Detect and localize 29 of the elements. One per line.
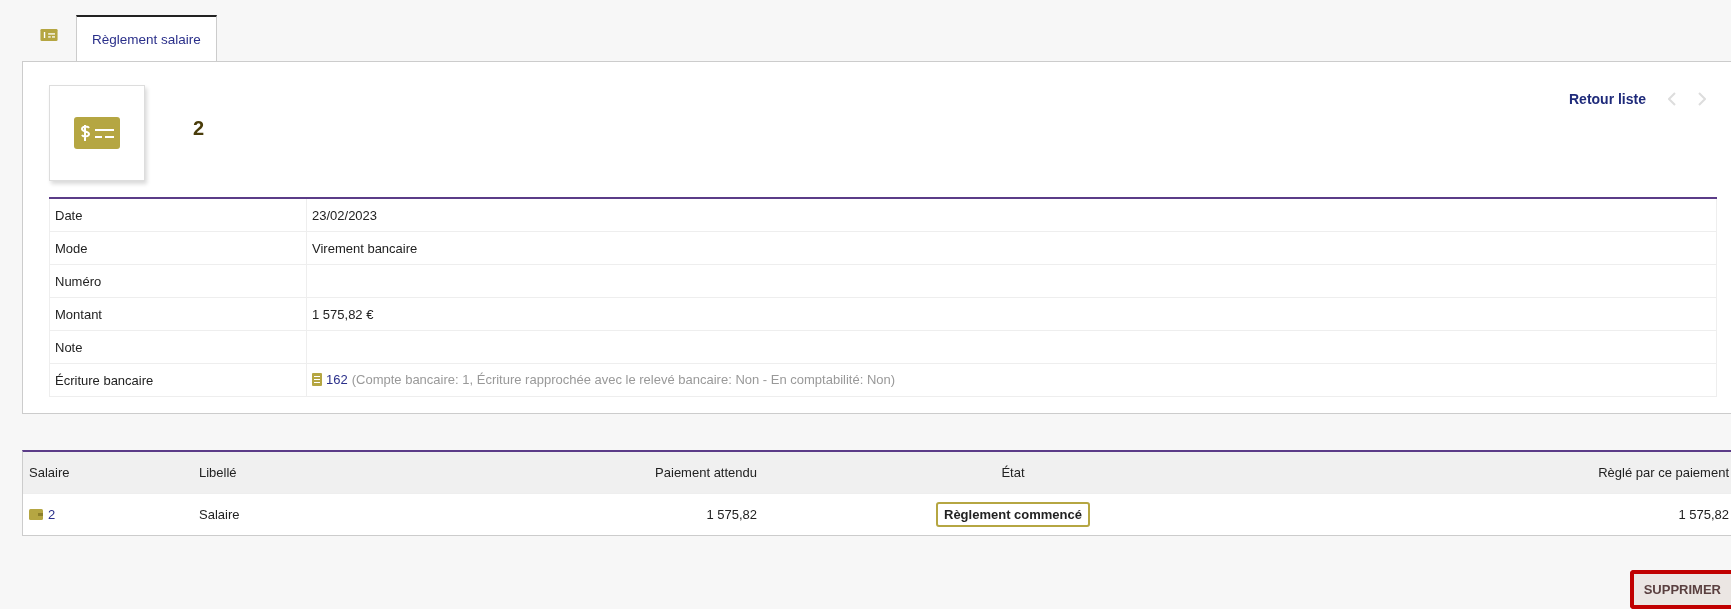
payment-card-icon [74,117,120,149]
record-ref: 2 [193,117,205,140]
document-icon [312,372,322,386]
field-label: Note [55,339,83,355]
status-badge: Règlement commencé [936,502,1090,527]
field-value: Virement bancaire [312,240,418,256]
table-cell: Salaire [199,507,240,522]
field-value: 23/02/2023 [312,207,378,223]
field-label: Date [55,207,83,223]
back-to-list-link[interactable]: Retour liste [1569,91,1646,107]
field-label: Mode [55,240,88,256]
field-value: 1 575,82 € [312,306,374,322]
wallet-icon [29,509,43,520]
bank-entry-link[interactable]: 162 [326,371,348,387]
column-header: Règlé par ce paiement [1598,465,1729,480]
tab[interactable]: Règlement salaire [76,15,217,61]
payment-card-icon [40,29,58,41]
bank-entry-detail: (Compte bancaire: 1, Écriture rapprochée avec le relevé bancaire: Non - En comptabilité: Non) [351,371,896,387]
field-label: Numéro [55,273,102,289]
column-header: État [1001,465,1025,480]
table-cell: 1 575,82 [1678,507,1729,522]
salary-link[interactable]: 2 [48,507,56,522]
field-label: Écriture bancaire [55,372,154,388]
column-header: Salaire [29,465,70,480]
table-cell: 1 575,82 [706,507,757,522]
delete-button[interactable]: SUPPRIMER [1629,570,1731,609]
field-label: Montant [55,306,102,322]
column-header: Libellé [199,465,237,480]
column-header: Paiement attendu [655,465,757,480]
